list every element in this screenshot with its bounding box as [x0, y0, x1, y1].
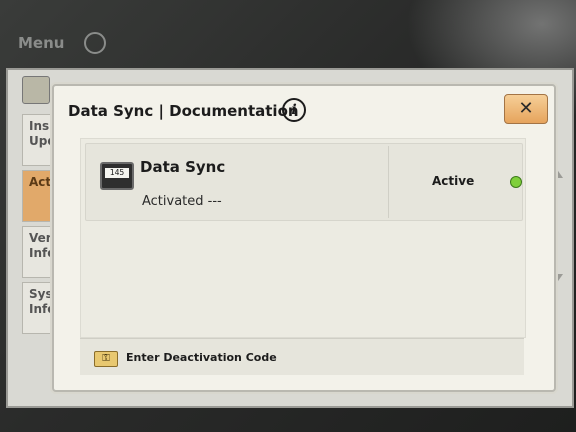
data-sync-dialog: Data Sync | Documentation i ✕ 145 Data S… [52, 84, 556, 392]
key-icon: ⚿ [94, 351, 118, 367]
menu-label[interactable]: Menu [18, 34, 64, 52]
item-status: Activated --- [142, 194, 222, 209]
list-item[interactable]: 145 Data Sync Activated --- Active [85, 143, 523, 221]
close-icon: ✕ [518, 98, 534, 119]
status-indicator-icon [510, 176, 522, 188]
deactivation-label: Enter Deactivation Code [126, 351, 277, 364]
active-label: Active [432, 174, 475, 188]
info-icon[interactable] [84, 32, 106, 54]
menu-bar: Menu [10, 22, 490, 62]
device-screen: Menu Ins Upd Act Vers Info Sys Info Acce… [0, 0, 576, 432]
data-sync-icon: 145 [100, 162, 134, 190]
close-button[interactable]: ✕ [504, 94, 548, 124]
counter-display: 145 [105, 168, 129, 178]
dialog-title: Data Sync | Documentation [68, 102, 299, 120]
app-icon [22, 76, 50, 104]
item-name: Data Sync [140, 158, 226, 176]
info-icon[interactable]: i [282, 98, 306, 122]
divider [388, 146, 389, 218]
activation-list: 145 Data Sync Activated --- Active [80, 138, 526, 338]
dialog-footer: ⚿ Enter Deactivation Code [80, 338, 524, 375]
enter-deactivation-code-button[interactable]: ⚿ Enter Deactivation Code [88, 345, 318, 369]
